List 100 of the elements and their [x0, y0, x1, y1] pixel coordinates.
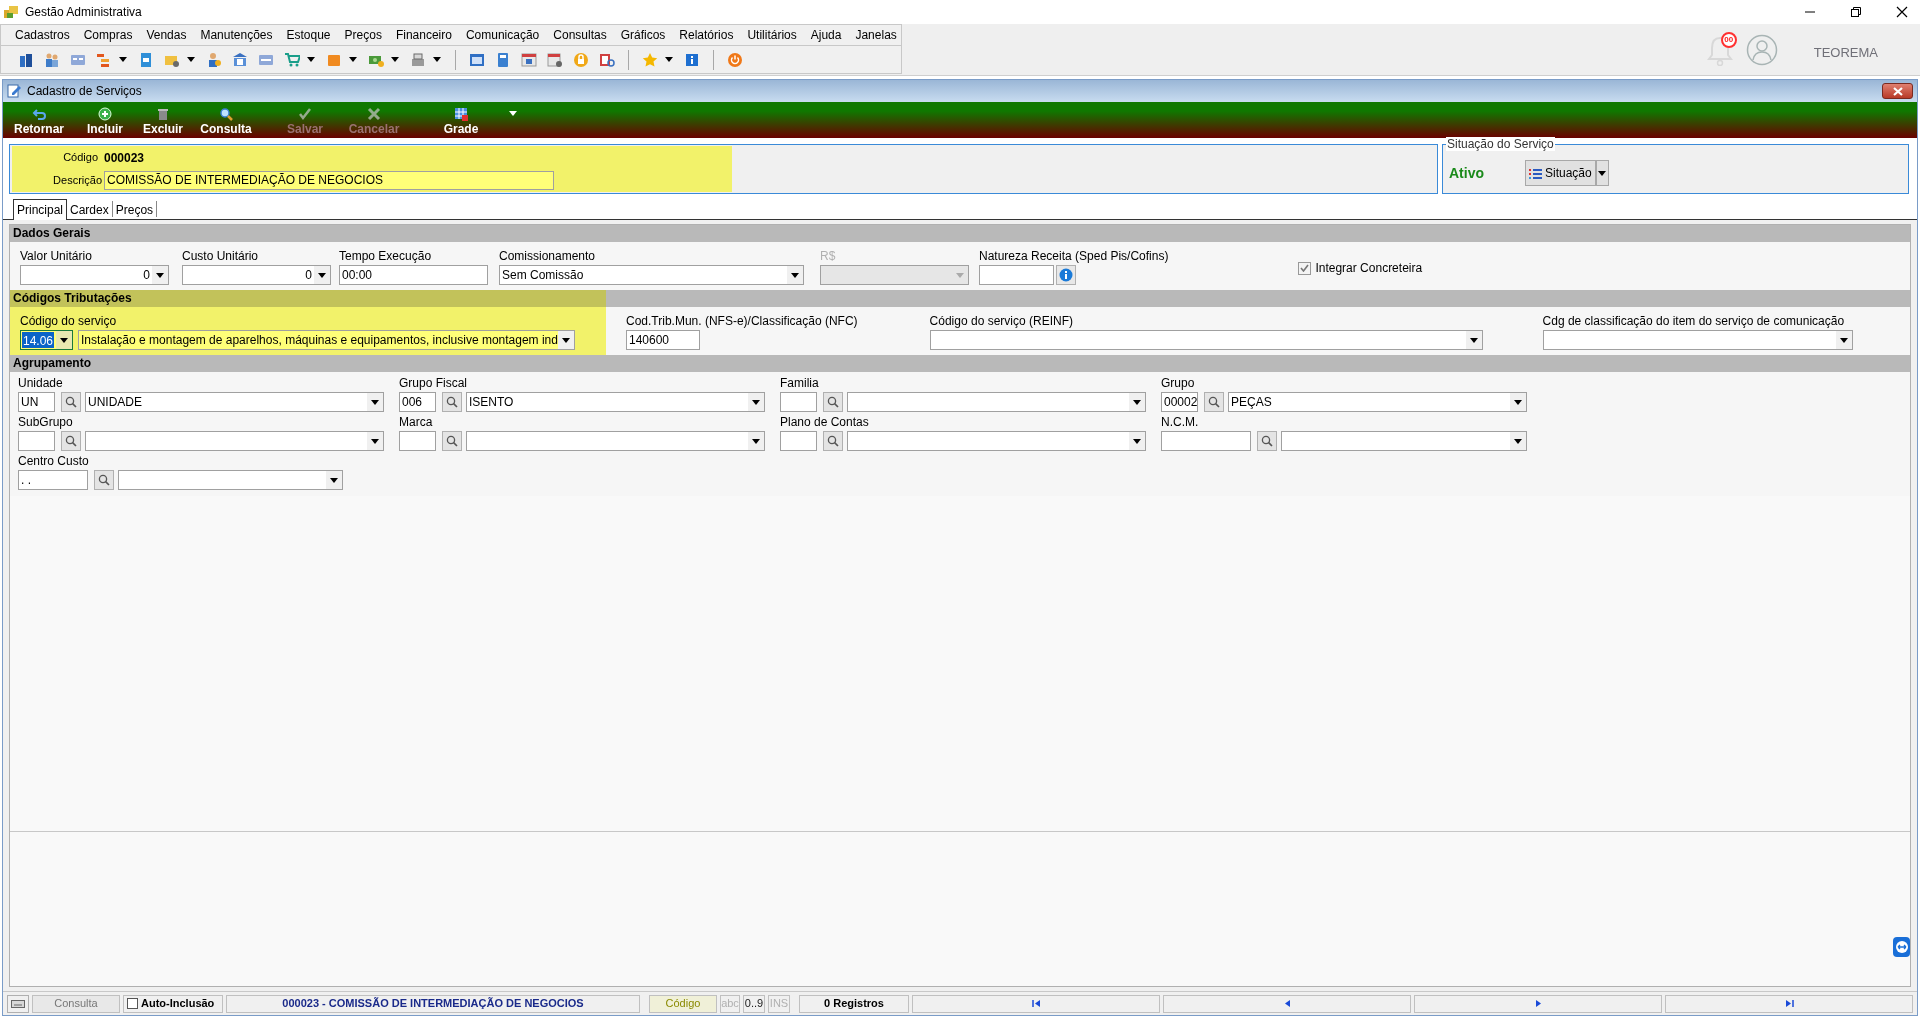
menu-item[interactable]: Vendas: [144, 27, 189, 43]
caret-icon: [752, 399, 760, 405]
menu-item[interactable]: Relatórios: [677, 27, 736, 43]
status-text: Ativo: [1449, 163, 1485, 183]
search-icon: [65, 435, 77, 447]
dropdown-field[interactable]: [118, 470, 343, 490]
restore-icon[interactable]: [1850, 6, 1862, 18]
search-button[interactable]: [61, 431, 81, 451]
search-button[interactable]: [1204, 392, 1224, 412]
menu-item[interactable]: Utilitários: [745, 27, 799, 43]
search-button[interactable]: [442, 392, 462, 412]
power-icon[interactable]: [727, 51, 743, 68]
person-coin-icon[interactable]: [206, 51, 222, 68]
menu-item[interactable]: Estoque: [284, 27, 333, 43]
search-button[interactable]: [94, 470, 114, 490]
toolbar-button[interactable]: Excluir: [137, 103, 189, 137]
dropdown-field[interactable]: [1542, 330, 1853, 350]
calculator-icon[interactable]: [495, 51, 511, 68]
menu-item[interactable]: Financeiro: [393, 27, 454, 43]
dropdown-field[interactable]: PEÇAS: [1228, 392, 1527, 412]
dropdown-arrow-icon[interactable]: [119, 56, 127, 63]
dropdown-button[interactable]: [1594, 161, 1608, 185]
toolbar-button[interactable]: Grade: [435, 103, 487, 137]
menu-item[interactable]: Preços: [342, 27, 384, 43]
search-button[interactable]: [823, 431, 843, 451]
code-dropdown[interactable]: 14.06: [20, 330, 73, 350]
menu-item[interactable]: Consultas: [551, 27, 609, 43]
dropdown-field[interactable]: 0: [182, 265, 331, 285]
info-button[interactable]: [1056, 265, 1076, 285]
input-field[interactable]: 140600: [626, 330, 700, 350]
dropdown-field[interactable]: [85, 431, 384, 451]
search-button[interactable]: [1257, 431, 1277, 451]
input-field[interactable]: [979, 265, 1054, 285]
input-field[interactable]: 00002: [1161, 392, 1198, 412]
input-field[interactable]: . .: [18, 470, 88, 490]
tab[interactable]: Cardex: [67, 201, 113, 217]
dropdown-field[interactable]: [1281, 431, 1527, 451]
tree-icon[interactable]: [96, 51, 112, 68]
description-field[interactable]: COMISSÃO DE INTERMEDIAÇÃO DE NEGOCIOS: [104, 170, 554, 190]
dropdown-field[interactable]: 0: [20, 265, 169, 285]
checkbox[interactable]: [1298, 261, 1312, 275]
menu-item[interactable]: Gráficos: [618, 27, 668, 43]
dropdown-field[interactable]: Sem Comissão: [499, 265, 804, 285]
notification-badge: 00: [1720, 32, 1737, 48]
star-icon[interactable]: [642, 51, 658, 68]
report-icon[interactable]: [599, 51, 615, 68]
search-button[interactable]: [823, 392, 843, 412]
menu-item[interactable]: Compras: [81, 27, 135, 43]
document-icon[interactable]: [138, 51, 154, 68]
input-field[interactable]: [1161, 431, 1251, 451]
toolbar-button[interactable]: Consulta: [195, 103, 257, 137]
close-button[interactable]: [1882, 83, 1913, 99]
toolbar-button[interactable]: Retornar: [9, 103, 69, 137]
register-icon[interactable]: [410, 51, 426, 68]
calendar-gear-icon[interactable]: [547, 51, 563, 68]
dropdown-arrow-icon[interactable]: [433, 56, 441, 63]
dropdown-field[interactable]: [929, 330, 1483, 350]
dropdown-arrow-icon[interactable]: [665, 56, 673, 63]
dropdown-field[interactable]: [466, 431, 765, 451]
close-icon[interactable]: [1896, 6, 1908, 18]
checkbox[interactable]: [127, 998, 138, 1009]
search-button[interactable]: [61, 392, 81, 412]
menu-item[interactable]: Comunicação: [463, 27, 542, 43]
dropdown-arrow-icon[interactable]: [349, 56, 357, 63]
input-field[interactable]: [780, 392, 817, 412]
dropdown-arrow-icon[interactable]: [187, 56, 195, 63]
input-field[interactable]: 00:00: [339, 265, 488, 285]
menu-item[interactable]: Manutenções: [198, 27, 275, 43]
buildings-icon[interactable]: [18, 51, 34, 68]
info-icon[interactable]: [684, 51, 700, 68]
calendar-icon[interactable]: [521, 51, 537, 68]
dropdown-field[interactable]: [847, 392, 1146, 412]
input-field[interactable]: [18, 431, 55, 451]
input-field[interactable]: UN: [18, 392, 55, 412]
calendar-icon[interactable]: [469, 51, 485, 68]
cart-icon[interactable]: [284, 51, 300, 68]
keyboard-icon[interactable]: [11, 999, 25, 1008]
tab[interactable]: Principal: [13, 199, 68, 220]
search-button[interactable]: [442, 431, 462, 451]
menu-item[interactable]: Cadastros: [13, 27, 72, 43]
caret-icon: [562, 337, 570, 343]
tab[interactable]: Preços: [112, 201, 158, 217]
dropdown-field[interactable]: UNIDADE: [85, 392, 384, 412]
input-field[interactable]: [399, 431, 436, 451]
service-dropdown[interactable]: Instalação e montagem de aparelhos, máquinas e equipamentos, inclusive montagem ind: [78, 330, 575, 350]
input-field[interactable]: 006: [399, 392, 436, 412]
people-icon[interactable]: [44, 51, 60, 68]
menu-item[interactable]: Janelas: [853, 27, 899, 43]
input-field[interactable]: [780, 431, 817, 451]
bank-icon[interactable]: [232, 51, 248, 68]
dropdown-arrow-icon[interactable]: [391, 56, 399, 63]
dropdown-field[interactable]: ISENTO: [466, 392, 765, 412]
dropdown-field[interactable]: [847, 431, 1146, 451]
toolbar-button[interactable]: Incluir: [79, 103, 131, 137]
dropdown-arrow-icon[interactable]: [509, 111, 517, 117]
bell-icon[interactable]: [1705, 34, 1734, 66]
remote-access-icon[interactable]: [1892, 936, 1910, 958]
menu-item[interactable]: Ajuda: [808, 27, 844, 43]
section-header: Códigos Tributações: [10, 290, 1910, 307]
dropdown-arrow-icon[interactable]: [307, 56, 315, 63]
